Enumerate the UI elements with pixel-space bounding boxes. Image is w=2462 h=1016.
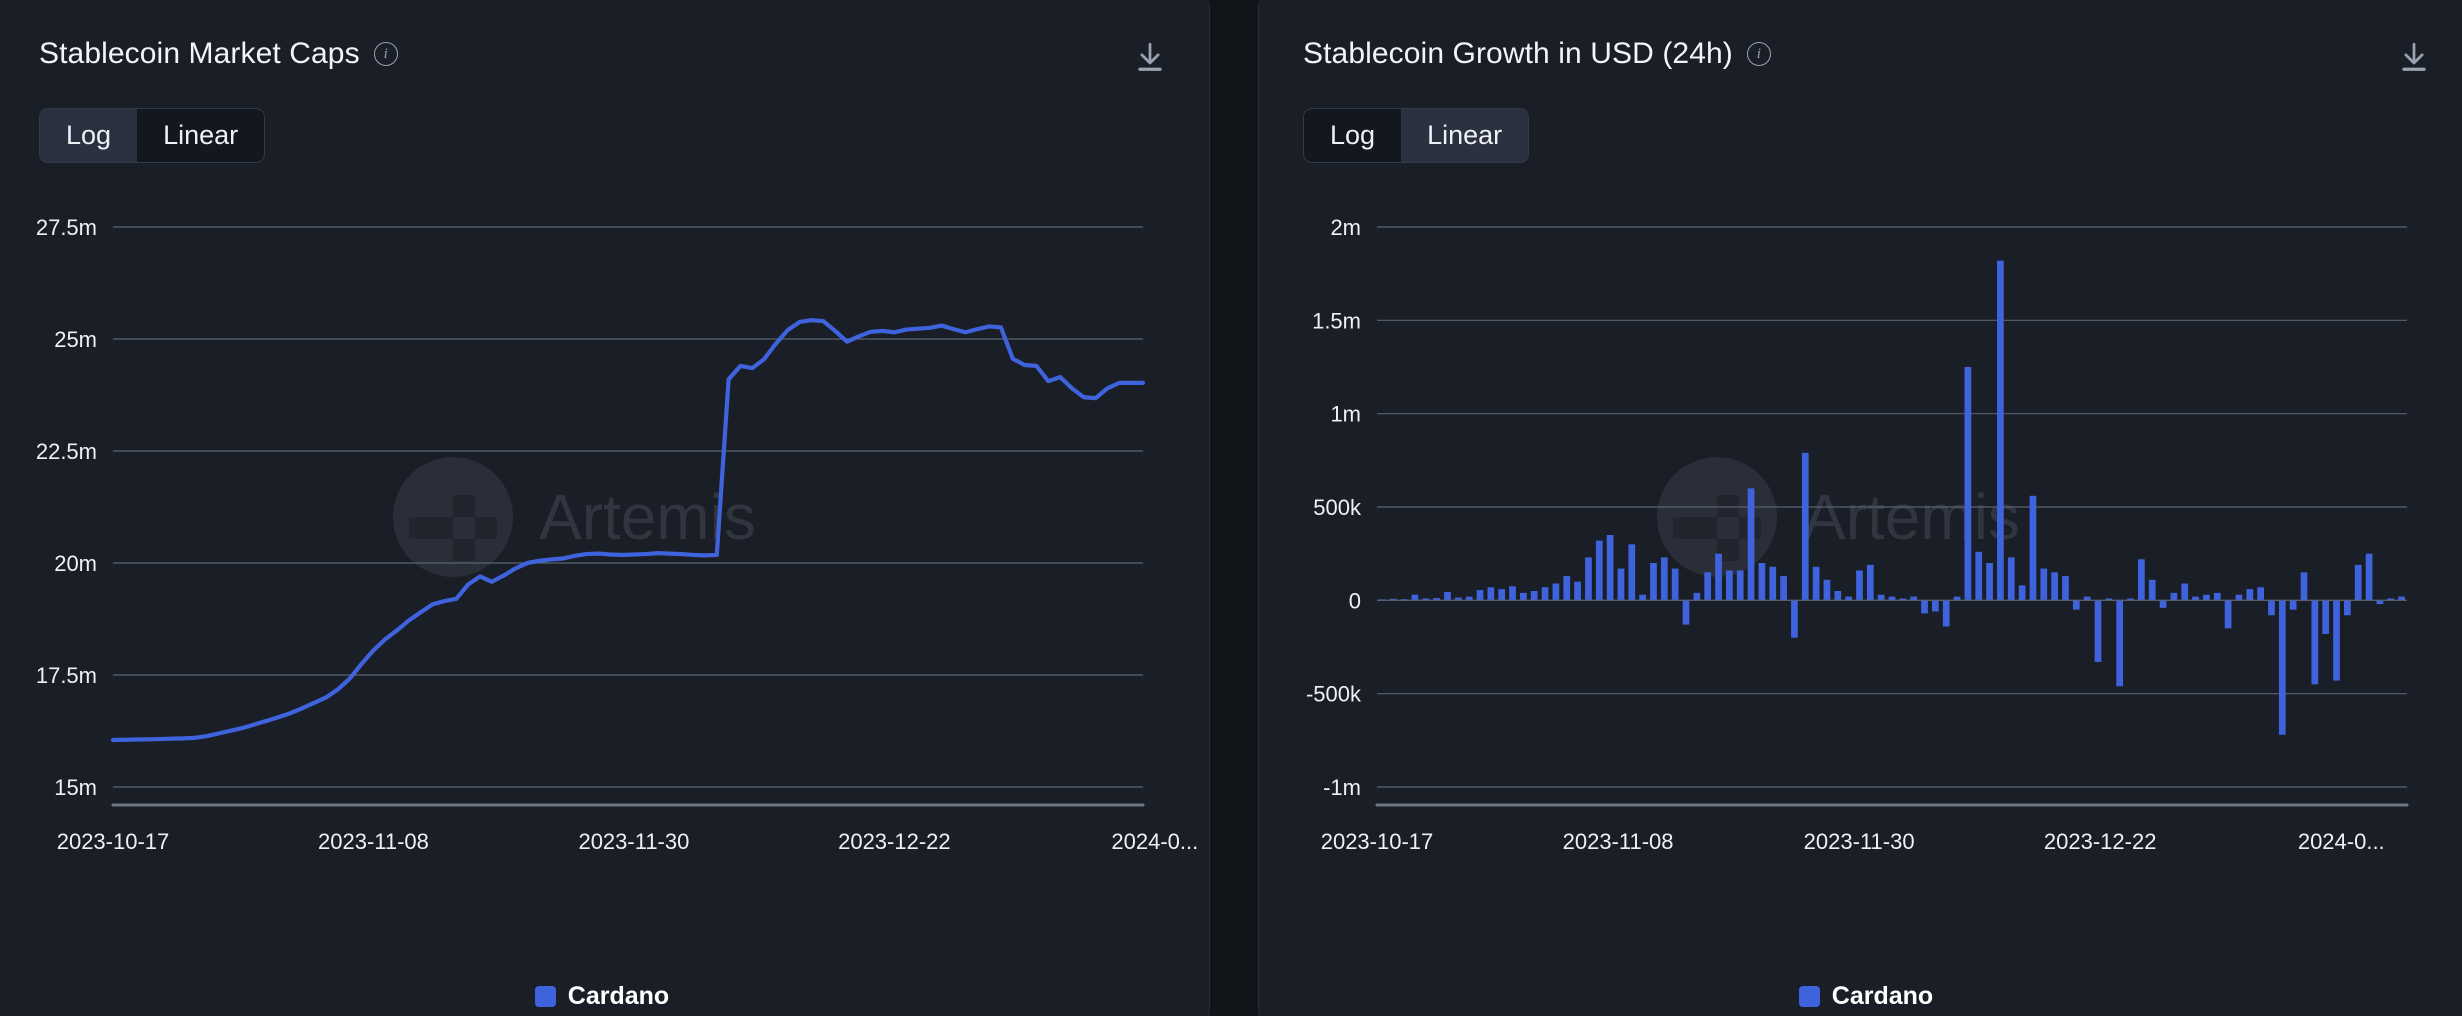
chart-legend: Cardano	[0, 982, 1209, 1011]
svg-text:2024-0...: 2024-0...	[2298, 829, 2385, 854]
legend-label-cardano: Cardano	[568, 982, 669, 1011]
svg-text:Artemis: Artemis	[539, 481, 756, 553]
svg-text:2023-11-08: 2023-11-08	[318, 829, 429, 854]
scale-toggle-log[interactable]: Log	[40, 109, 137, 162]
svg-text:17.5m: 17.5m	[36, 663, 97, 688]
svg-text:0: 0	[1349, 588, 1361, 613]
panel-stablecoin-growth-usd-24h: Stablecoin Growth in USD (24h) i Log Lin…	[1258, 0, 2462, 1016]
info-icon[interactable]: i	[1747, 42, 1771, 66]
bar-chart[interactable]: Artemis 2m 1.5m 1m 500k 0 -500k -1m 2023-10-17 20…	[1259, 187, 2462, 987]
scale-toggle-linear[interactable]: Linear	[137, 109, 264, 162]
panel-title-row: Stablecoin Market Caps i	[39, 37, 398, 71]
panel-stablecoin-market-caps: Stablecoin Market Caps i Log Linear Arte…	[0, 0, 1210, 1016]
svg-text:2023-12-22: 2023-12-22	[2044, 829, 2157, 854]
download-icon[interactable]	[2399, 41, 2429, 80]
legend-swatch-cardano	[535, 986, 556, 1007]
svg-text:2023-10-17: 2023-10-17	[1321, 829, 1434, 854]
panel-title-row: Stablecoin Growth in USD (24h) i	[1303, 37, 1771, 71]
svg-text:2023-11-30: 2023-11-30	[578, 829, 689, 854]
svg-text:2024-0...: 2024-0...	[1111, 829, 1198, 854]
svg-text:15m: 15m	[54, 775, 97, 800]
dashboard-root: Stablecoin Market Caps i Log Linear Arte…	[0, 0, 2462, 1016]
svg-text:500k: 500k	[1313, 495, 1362, 520]
chart-plot-area[interactable]: Artemis 2m 1.5m 1m 500k 0 -500k -1m 2023-10-17 20…	[1259, 187, 2462, 987]
chart-legend: Cardano	[1259, 982, 2462, 1011]
scale-toggle-log[interactable]: Log	[1304, 109, 1401, 162]
svg-text:1m: 1m	[1330, 402, 1361, 427]
scale-toggle-linear[interactable]: Linear	[1401, 109, 1528, 162]
svg-text:2023-11-08: 2023-11-08	[1563, 829, 1674, 854]
svg-text:2023-10-17: 2023-10-17	[57, 829, 170, 854]
svg-text:-500k: -500k	[1306, 682, 1362, 707]
svg-text:27.5m: 27.5m	[36, 215, 97, 240]
chart-plot-area[interactable]: Artemis 27.5m 25m 22.5m 20m 17.5m 15m 2023-10-1…	[0, 187, 1209, 987]
legend-label-cardano: Cardano	[1832, 982, 1933, 1011]
scale-toggle[interactable]: Log Linear	[1303, 108, 1529, 163]
scale-toggle[interactable]: Log Linear	[39, 108, 265, 163]
line-chart[interactable]: Artemis 27.5m 25m 22.5m 20m 17.5m 15m 2023-10-1…	[0, 187, 1210, 987]
svg-text:2m: 2m	[1330, 215, 1361, 240]
svg-text:25m: 25m	[54, 327, 97, 352]
svg-text:22.5m: 22.5m	[36, 439, 97, 464]
svg-text:2023-12-22: 2023-12-22	[838, 829, 951, 854]
panel-header: Stablecoin Growth in USD (24h) i	[1259, 0, 2462, 80]
page-title: Stablecoin Growth in USD (24h)	[1303, 37, 1733, 71]
download-icon[interactable]	[1135, 41, 1165, 80]
info-icon[interactable]: i	[374, 42, 398, 66]
svg-text:20m: 20m	[54, 551, 97, 576]
svg-text:Artemis: Artemis	[1803, 481, 2020, 553]
panel-header: Stablecoin Market Caps i	[0, 0, 1209, 80]
svg-text:2023-11-30: 2023-11-30	[1804, 829, 1915, 854]
legend-swatch-cardano	[1799, 986, 1820, 1007]
svg-text:1.5m: 1.5m	[1312, 308, 1361, 333]
svg-text:-1m: -1m	[1323, 775, 1361, 800]
page-title: Stablecoin Market Caps	[39, 37, 360, 71]
